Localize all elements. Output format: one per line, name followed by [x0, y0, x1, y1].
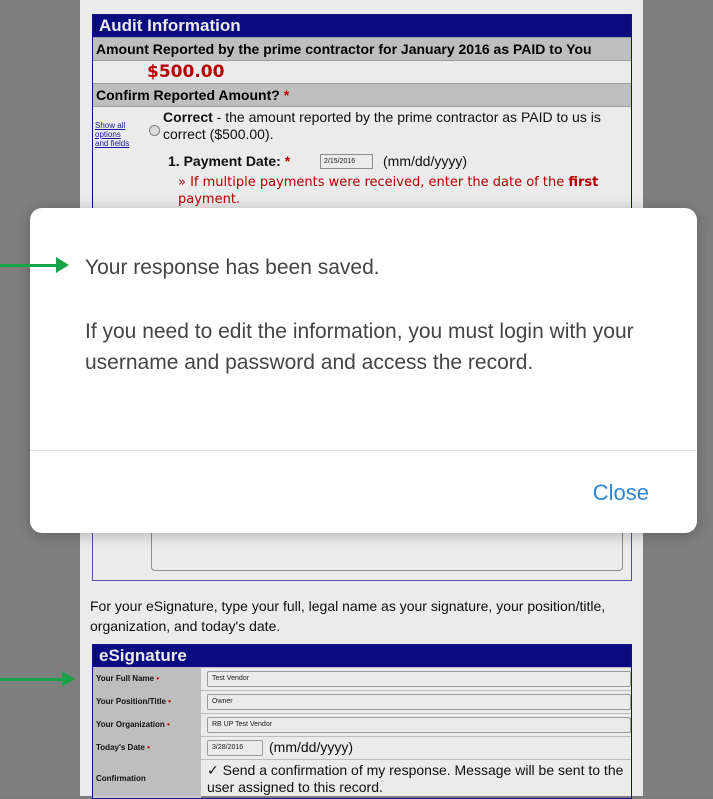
arrow-to-esignature-icon — [0, 671, 75, 687]
date-label: Today's Date • — [93, 737, 201, 759]
full-name-label-text: Your Full Name — [96, 674, 155, 683]
full-name-input[interactable]: Test Vendor — [207, 671, 631, 687]
correct-option-text: Correct - the amount reported by the pri… — [163, 109, 623, 143]
correct-radio[interactable] — [149, 125, 160, 136]
note-suffix: payment. — [178, 192, 241, 207]
esignature-intro: For your eSignature, type your full, leg… — [90, 598, 606, 634]
confirmation-text-body: Send a confirmation of my response. Mess… — [207, 762, 624, 795]
full-name-label: Your Full Name • — [93, 668, 201, 690]
correct-bold: Correct — [163, 109, 213, 125]
dialog-divider — [30, 450, 697, 451]
organization-required: • — [166, 720, 170, 729]
audit-section: Audit Information Amount Reported by the… — [92, 14, 632, 218]
position-cell: Owner — [201, 691, 631, 713]
confirmation-text[interactable]: ✓ Send a confirmation of my response. Me… — [207, 762, 627, 796]
position-row: Your Position/Title • Owner — [93, 690, 631, 713]
note-prefix: » If multiple payments were received, en… — [178, 175, 569, 190]
esignature-title: eSignature — [93, 645, 631, 667]
payment-date-input[interactable]: 2/15/2016 — [320, 154, 373, 169]
reported-amount: $500.00 — [147, 62, 225, 82]
today-date-format: (mm/dd/yyyy) — [269, 739, 353, 755]
position-required: • — [168, 697, 171, 706]
note-bold: first — [568, 175, 599, 190]
organization-cell: RB UP Test Vendor — [201, 714, 631, 736]
payment-date-format: (mm/dd/yyyy) — [383, 153, 467, 169]
date-cell: 3/28/2016 (mm/dd/yyyy) — [201, 737, 631, 759]
saved-dialog: Your response has been saved. If you nee… — [30, 208, 697, 533]
date-row: Today's Date • 3/28/2016 (mm/dd/yyyy) — [93, 736, 631, 759]
correct-rest: - the amount reported by the prime contr… — [163, 109, 601, 142]
date-required: • — [147, 743, 150, 752]
full-name-cell: Test Vendor — [201, 668, 631, 690]
payment-required-mark: * — [284, 153, 291, 169]
edit-instructions: If you need to edit the information, you… — [85, 320, 634, 374]
confirm-heading-text: Confirm Reported Amount? — [96, 87, 280, 103]
amount-row: $500.00 — [93, 60, 631, 83]
multiple-payments-note: » If multiple payments were received, en… — [178, 174, 618, 208]
checkbox-icon[interactable]: ✓ — [207, 762, 219, 778]
arrow-to-saved-message-icon — [0, 257, 69, 273]
date-label-text: Today's Date — [96, 743, 145, 752]
show-all-link[interactable]: Show all options and fields — [95, 121, 135, 148]
confirmation-cell: ✓ Send a confirmation of my response. Me… — [201, 760, 631, 798]
organization-label-text: Your Organization — [96, 720, 165, 729]
confirm-options: Show all options and fields Correct - th… — [93, 106, 631, 217]
today-date-input[interactable]: 3/28/2016 — [207, 740, 263, 756]
position-label: Your Position/Title • — [93, 691, 201, 713]
confirm-heading: Confirm Reported Amount? * — [93, 83, 631, 106]
confirmation-label: Confirmation — [93, 760, 201, 798]
audit-title: Audit Information — [93, 15, 631, 37]
required-mark: * — [283, 87, 290, 103]
payment-date-label: 1. Payment Date: * — [168, 153, 290, 169]
organization-input[interactable]: RB UP Test Vendor — [207, 717, 631, 733]
position-label-text: Your Position/Title — [96, 697, 166, 706]
esignature-section: eSignature Your Full Name • Test Vendor … — [92, 644, 632, 799]
saved-message: Your response has been saved. — [85, 256, 380, 279]
full-name-required: • — [156, 674, 160, 683]
payment-date-label-text: 1. Payment Date: — [168, 153, 281, 169]
close-button[interactable]: Close — [593, 480, 649, 506]
organization-row: Your Organization • RB UP Test Vendor — [93, 713, 631, 736]
amount-heading: Amount Reported by the prime contractor … — [93, 37, 631, 60]
confirmation-row: Confirmation ✓ Send a confirmation of my… — [93, 759, 631, 798]
position-input[interactable]: Owner — [207, 694, 631, 710]
full-name-row: Your Full Name • Test Vendor — [93, 667, 631, 690]
organization-label: Your Organization • — [93, 714, 201, 736]
